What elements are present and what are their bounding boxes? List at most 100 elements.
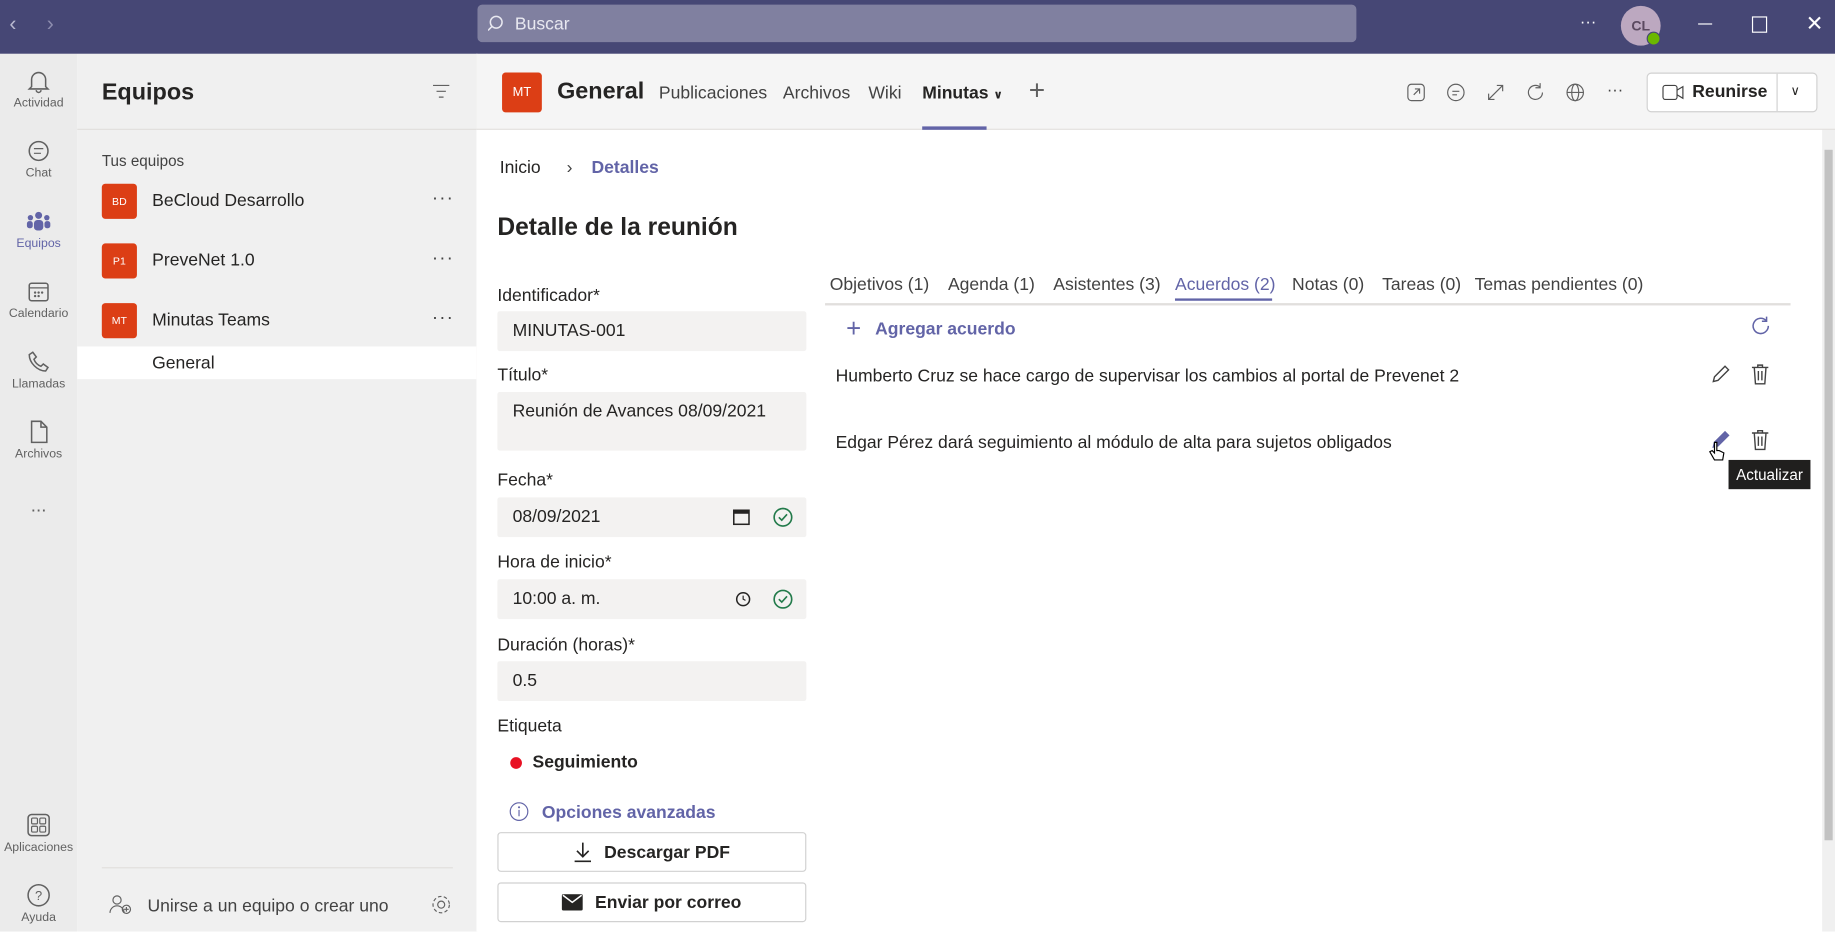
filter-icon[interactable]	[433, 84, 450, 98]
tab-asistentes[interactable]: Asistentes (3)	[1053, 275, 1160, 295]
team-avatar: BD	[101, 183, 137, 219]
help-icon: ?	[27, 883, 50, 907]
title-label: Título*	[497, 365, 549, 386]
more-options-icon[interactable]: ···	[432, 248, 454, 269]
more-icon[interactable]: ···	[1580, 12, 1596, 31]
file-icon	[30, 420, 48, 444]
channel-title: General	[557, 78, 645, 105]
refresh-icon[interactable]	[1750, 315, 1772, 337]
scrollbar-thumb[interactable]	[1824, 149, 1833, 841]
add-people-icon	[109, 895, 132, 915]
app-rail: Actividad Chat Equipos Calendario Llamad…	[0, 53, 78, 932]
team-item[interactable]: BD BeCloud Desarrollo ···	[77, 183, 476, 231]
divider	[825, 303, 1791, 306]
hand-cursor-icon	[1708, 441, 1725, 461]
rail-item-archivos[interactable]: Archivos	[0, 419, 77, 461]
tab-notas[interactable]: Notas (0)	[1292, 275, 1364, 295]
refresh-icon[interactable]	[1525, 82, 1546, 103]
maximize-button[interactable]	[1751, 16, 1768, 33]
chevron-down-icon[interactable]: ∨	[1791, 83, 1800, 98]
clock-icon[interactable]	[735, 591, 751, 607]
team-avatar: P1	[101, 243, 137, 279]
tab-agenda[interactable]: Agenda (1)	[948, 275, 1035, 295]
close-button[interactable]: ✕	[1806, 12, 1824, 37]
date-field[interactable]: 08/09/2021	[497, 497, 807, 538]
video-icon	[1662, 84, 1684, 101]
agreement-item: Edgar Pérez dará seguimiento al módulo d…	[835, 433, 1392, 453]
breadcrumb: Inicio › Detalles	[500, 158, 659, 178]
info-icon	[509, 802, 529, 821]
divider	[77, 128, 477, 130]
add-tab-icon[interactable]: +	[1029, 75, 1045, 108]
plus-icon: +	[846, 313, 862, 343]
tab-content: Inicio › Detalles Detalle de la reunión …	[476, 129, 1823, 932]
rail-item-ayuda[interactable]: ? Ayuda	[0, 882, 77, 925]
rail-item-llamadas[interactable]: Llamadas	[0, 349, 77, 391]
title-bar: ‹ › Buscar ··· CL ✕	[0, 0, 1835, 54]
id-field[interactable]: MINUTAS-001	[497, 311, 807, 352]
more-options-icon[interactable]: ···	[432, 188, 454, 209]
more-apps-button[interactable]: ...	[0, 496, 77, 517]
advanced-options-link[interactable]: Opciones avanzadas	[542, 803, 716, 823]
rail-item-actividad[interactable]: Actividad	[0, 68, 77, 110]
team-avatar: MT	[101, 303, 137, 339]
calendar-icon	[28, 282, 49, 302]
gear-icon[interactable]	[431, 894, 452, 915]
download-pdf-button[interactable]: Descargar PDF	[497, 832, 807, 872]
search-input[interactable]: Buscar	[477, 4, 1357, 43]
add-agreement-button[interactable]: + Agregar acuerdo	[846, 313, 1015, 343]
chat-icon	[28, 140, 49, 162]
duration-label: Duración (horas)*	[497, 635, 635, 656]
tab-objetivos[interactable]: Objetivos (1)	[830, 275, 930, 295]
duration-field[interactable]: 0.5	[497, 661, 807, 702]
tag-label: Etiqueta	[497, 716, 562, 737]
globe-icon[interactable]	[1565, 82, 1586, 103]
breadcrumb-current: Detalles	[591, 157, 659, 178]
tab-acuerdos[interactable]: Acuerdos (2)	[1175, 275, 1275, 295]
popout-icon[interactable]	[1406, 82, 1427, 103]
page-title: Detalle de la reunión	[497, 214, 738, 242]
tab-minutas[interactable]: Minutas ∨	[922, 83, 1003, 103]
time-field[interactable]: 10:00 a. m.	[497, 579, 807, 620]
time-label: Hora de inicio*	[497, 552, 612, 573]
rail-item-calendario[interactable]: Calendario	[0, 279, 77, 321]
download-icon	[574, 842, 592, 863]
join-team-button[interactable]: Unirse a un equipo o crear uno	[102, 892, 453, 920]
chevron-down-icon: ∨	[993, 88, 1003, 102]
join-meeting-button[interactable]: Reunirse ∨	[1646, 72, 1818, 113]
agreement-item: Humberto Cruz se hace cargo de supervisa…	[835, 366, 1460, 387]
channel-item-general[interactable]: General	[77, 346, 477, 380]
mail-icon	[562, 894, 584, 911]
forward-icon[interactable]: ›	[47, 12, 54, 37]
tab-publicaciones[interactable]: Publicaciones	[659, 83, 767, 103]
minimize-button[interactable]	[1698, 23, 1713, 25]
team-item[interactable]: MT Minutas Teams ···	[77, 303, 476, 350]
trash-icon[interactable]	[1751, 429, 1770, 451]
phone-icon	[28, 351, 50, 372]
more-options-icon[interactable]: ···	[432, 308, 454, 329]
conversation-icon[interactable]	[1445, 82, 1466, 103]
expand-icon[interactable]	[1485, 82, 1506, 103]
calendar-icon[interactable]	[733, 508, 751, 526]
pencil-icon[interactable]	[1710, 364, 1731, 385]
trash-icon[interactable]	[1751, 364, 1770, 385]
tab-archivos[interactable]: Archivos	[783, 83, 850, 103]
back-icon[interactable]: ‹	[9, 12, 16, 37]
more-icon[interactable]: ···	[1607, 80, 1623, 99]
rail-item-aplicaciones[interactable]: Aplicaciones	[0, 812, 77, 854]
tab-temas-pendientes[interactable]: Temas pendientes (0)	[1475, 275, 1644, 295]
svg-text:?: ?	[35, 888, 42, 903]
tab-tareas[interactable]: Tareas (0)	[1382, 275, 1461, 295]
breadcrumb-home[interactable]: Inicio	[500, 158, 541, 178]
tag-value[interactable]: Seguimiento	[532, 753, 637, 773]
rail-item-chat[interactable]: Chat	[0, 138, 77, 180]
apps-icon	[27, 813, 50, 837]
tab-wiki[interactable]: Wiki	[868, 83, 901, 103]
teams-panel: Equipos Tus equipos BD BeCloud Desarroll…	[77, 53, 478, 932]
active-tab-indicator	[1174, 298, 1273, 301]
send-email-button[interactable]: Enviar por correo	[497, 882, 807, 923]
title-field[interactable]: Reunión de Avances 08/09/2021	[497, 392, 807, 451]
scrollbar[interactable]	[1822, 129, 1835, 932]
rail-item-equipos[interactable]: Equipos	[0, 208, 77, 250]
team-item[interactable]: P1 PreveNet 1.0 ···	[77, 243, 476, 290]
